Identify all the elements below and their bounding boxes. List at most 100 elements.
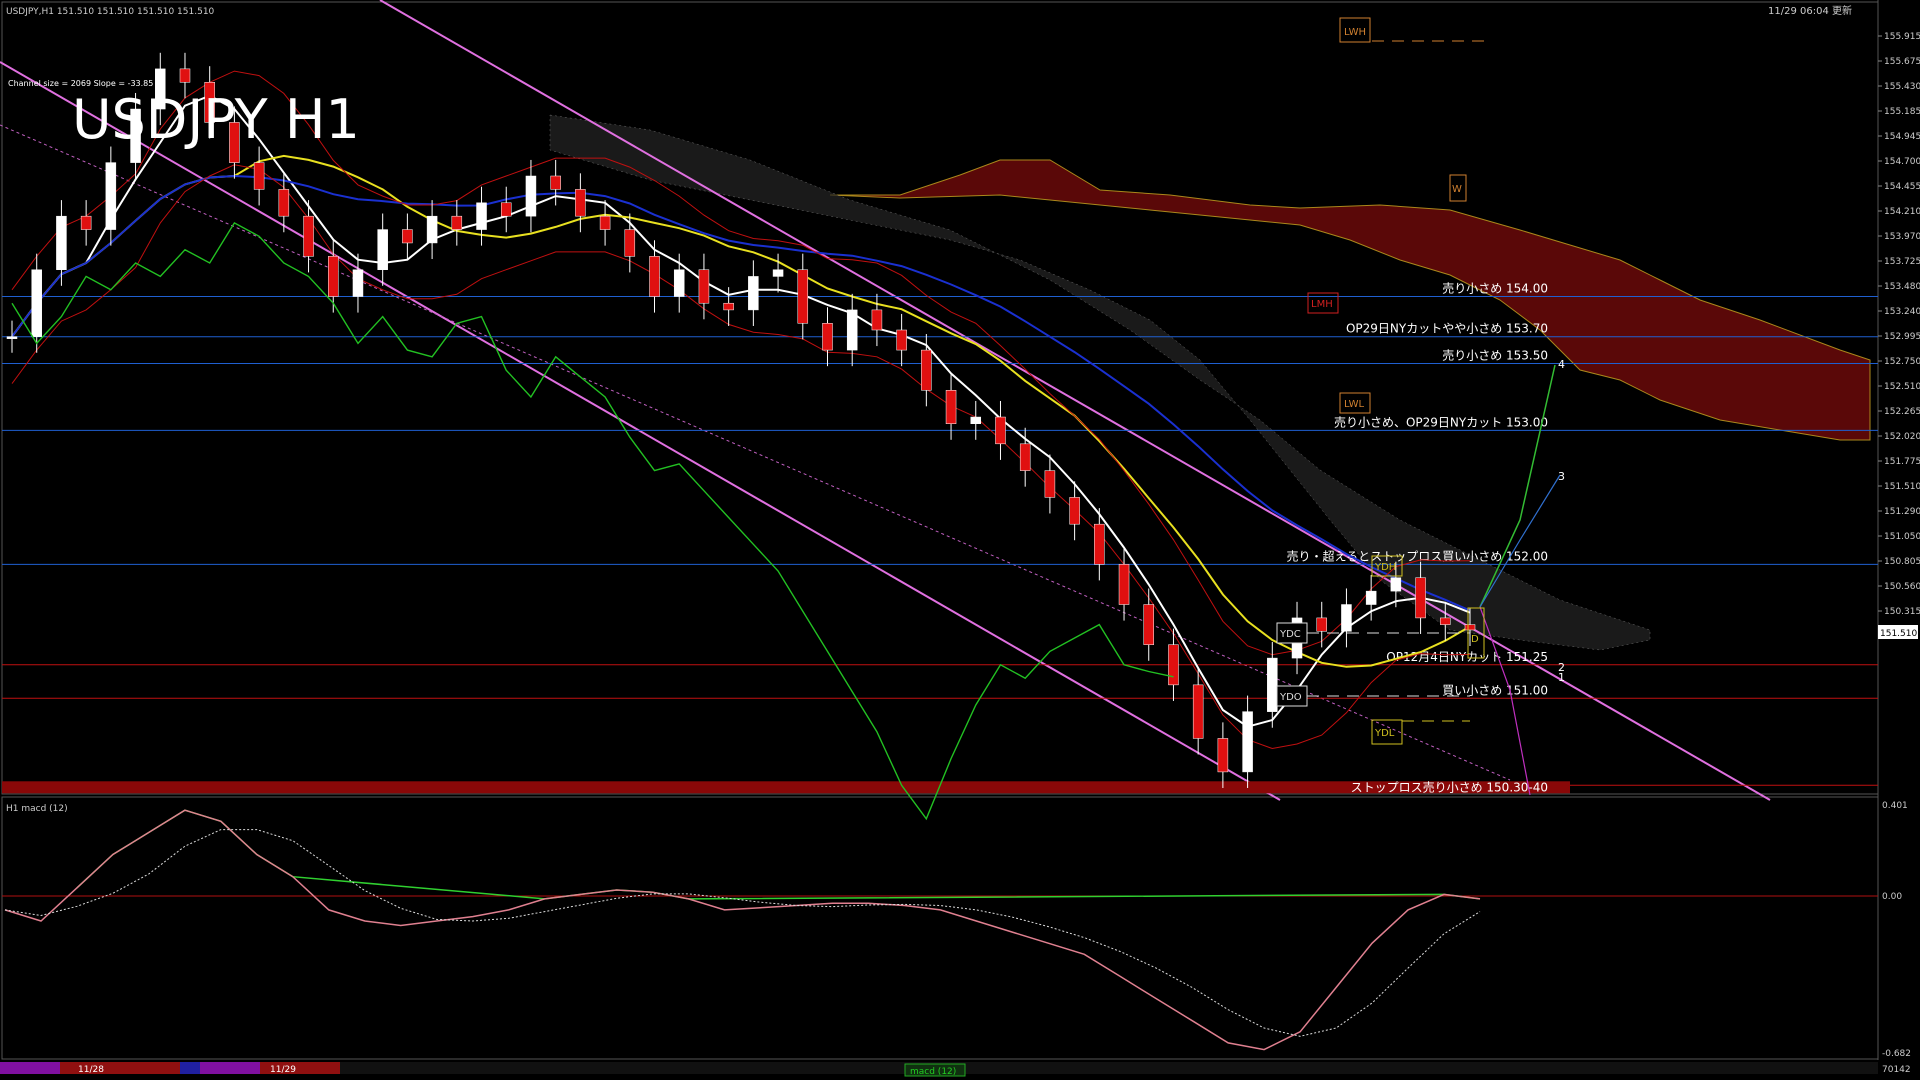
candle-body (80, 215, 92, 230)
symbol-info: USDJPY,H1 151.510 151.510 151.510 151.51… (6, 7, 215, 17)
candle-body (945, 390, 957, 424)
channel-info: Channel size = 2069 Slope = -33.85 (8, 79, 153, 88)
candle-body (624, 229, 636, 257)
level-box-lwl: LWL (1339, 392, 1371, 414)
axis-tick-label: 152.995 (1884, 332, 1920, 342)
axis-tick-label: 151.050 (1884, 532, 1920, 542)
candle-body (649, 256, 660, 297)
indicator-tab[interactable]: macd (12) (910, 1067, 956, 1077)
svg-text:LWH: LWH (1344, 27, 1366, 38)
candle-body (871, 309, 883, 331)
candle-body (6, 336, 18, 339)
axis-tick-label: 153.480 (1884, 282, 1920, 292)
candle-body (1267, 657, 1278, 712)
candle-body (599, 215, 611, 230)
candle-body (896, 329, 907, 351)
axis-tick-label: 155.430 (1884, 82, 1920, 92)
mid-moving-average (11, 154, 1471, 668)
candle-body (451, 215, 463, 230)
projection-label-4: 4 (1558, 358, 1565, 371)
candle-body (772, 269, 784, 277)
axis-tick-label: 151.775 (1884, 457, 1920, 467)
chart-title: USDJPY H1 (72, 88, 360, 151)
candle-body (500, 202, 512, 217)
svg-text:LWL: LWL (1344, 399, 1365, 410)
macd-scale-zero: 0.00 (1882, 892, 1902, 902)
svg-text:D: D (1471, 634, 1479, 645)
macd-scale-top: 0.401 (1882, 801, 1908, 811)
candle-body (673, 269, 685, 297)
candle-body (1192, 684, 1204, 739)
macd-scale-bottom: -0.682 (1882, 1049, 1911, 1059)
chikou-span-line (11, 221, 1174, 821)
axis-tick-label: 152.510 (1884, 382, 1920, 392)
candle-body (921, 349, 932, 391)
candle-body (402, 229, 413, 244)
svg-text:YDC: YDC (1279, 629, 1301, 640)
candle-body (1440, 617, 1451, 625)
candle-body (525, 175, 537, 217)
level-label: 売り小さめ 153.50 (1442, 347, 1548, 362)
long-moving-average (11, 174, 1471, 612)
candle-body (179, 68, 191, 83)
axis-tick-label: 153.970 (1884, 232, 1920, 242)
candle-body (1316, 617, 1327, 632)
price-axis: 155.915 155.675 155.430 155.185 154.945 154.7… (1878, 32, 1920, 617)
axis-tick-label: 152.020 (1884, 432, 1920, 442)
bars-count: 70142 (1882, 1065, 1911, 1075)
level-label: 売り小さめ、OP29日NYカット 153.00 (1334, 414, 1548, 429)
axis-tick-label: 154.455 (1884, 182, 1920, 192)
axis-tick-label: 151.510 (1884, 482, 1920, 492)
candle-body (1069, 497, 1080, 525)
candle-body (253, 162, 265, 190)
current-price-marker: 151.510 (1878, 625, 1918, 639)
candle-body (56, 215, 67, 270)
chart-canvas: 売り小さめ 154.00 OP29日NYカットやや小さめ 153.70 売り小さめ … (0, 0, 1920, 1077)
candle-body (822, 323, 833, 351)
macd-signal-line (4, 829, 1481, 1037)
macd-line (76, 809, 1481, 900)
candle-body (1044, 470, 1056, 498)
candle-body (352, 269, 364, 297)
candle-body (1143, 604, 1154, 645)
axis-tick-label: 154.210 (1884, 207, 1920, 217)
stop-loss-bar (2, 781, 1570, 794)
axis-tick-label: 155.915 (1884, 32, 1920, 42)
candle-body (377, 229, 388, 270)
level-label: 売り小さめ 154.00 (1442, 281, 1548, 296)
candle-body (1019, 443, 1031, 471)
macd-panel-frame (1, 796, 1879, 1060)
level-box-w: W (1449, 174, 1467, 202)
candle-body (970, 416, 982, 424)
level-label: 買い小さめ 151.00 (1442, 683, 1548, 697)
level-box-lwh: LWH (1339, 17, 1485, 43)
candle-body (31, 269, 42, 337)
svg-text:W: W (1452, 184, 1462, 195)
candle-body (1415, 577, 1426, 619)
ichimoku-cloud (549, 114, 1871, 651)
candle-body (105, 162, 117, 230)
candle-body (575, 189, 586, 217)
candle-body (1118, 564, 1130, 605)
axis-tick-label: 151.290 (1884, 507, 1920, 517)
candle-body (748, 276, 759, 311)
level-box-ydl: YDL (1371, 719, 1470, 745)
level-box-ydo: YDO (1276, 685, 1470, 707)
date-label-1128: 11/28 (78, 1065, 104, 1075)
axis-tick-label: 154.945 (1884, 132, 1920, 142)
svg-text:151.510: 151.510 (1880, 629, 1917, 639)
bottom-bar: 11/28 11/29 macd (12) 70142 (0, 1062, 1911, 1077)
candle-body (1464, 624, 1476, 631)
axis-tick-label: 150.560 (1884, 582, 1920, 592)
level-label: ストップロス売り小さめ 150.30-40 (1351, 779, 1548, 794)
level-box-lmh: LMH (1307, 292, 1339, 314)
svg-text:YDL: YDL (1374, 728, 1395, 739)
macd-title: H1 macd (12) (6, 804, 68, 814)
candle-body (1390, 577, 1402, 592)
projection-label-1: 1 (1558, 671, 1565, 684)
axis-tick-label: 153.725 (1884, 257, 1920, 267)
axis-tick-label: 152.265 (1884, 407, 1920, 417)
bollinger-lower (11, 164, 1471, 750)
axis-tick-label: 154.700 (1884, 157, 1920, 167)
candle-body (723, 302, 734, 311)
